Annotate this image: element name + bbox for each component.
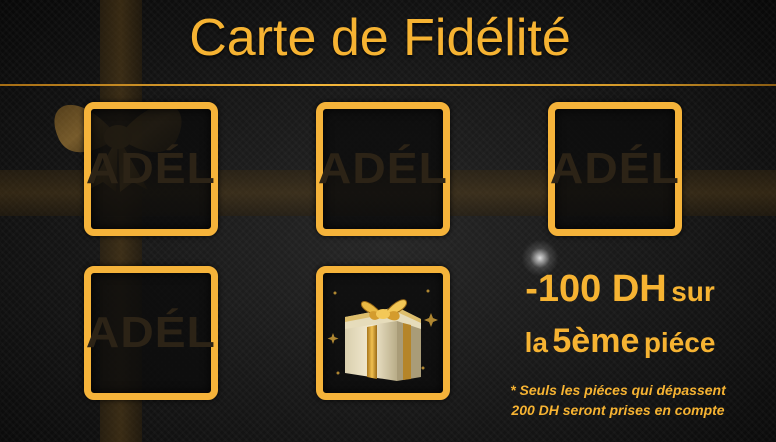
stamp-slot-5-gift <box>316 266 450 400</box>
title-divider <box>0 84 776 86</box>
promo-piece-word: piéce <box>643 327 716 358</box>
promo-piece-number: 5ème <box>552 322 640 360</box>
promo-amount: -100 DH <box>525 268 667 310</box>
stamp-text: ADÉL <box>86 308 216 357</box>
conditions-line-2: 200 DH seront prises en compte <box>511 402 725 418</box>
conditions-note: * Seuls les piéces qui dépassent 200 DH … <box>468 380 768 420</box>
stamp-slot-1: ADÉL <box>84 102 218 236</box>
promo-discount: -100 DH sur <box>470 268 770 311</box>
stamp-text: ADÉL <box>86 144 216 193</box>
stamp-slot-2: ADÉL <box>316 102 450 236</box>
loyalty-card: Carte de Fidélité ADÉL ADÉL ADÉL ADÉL -1… <box>0 0 776 442</box>
promo-sur: sur <box>671 276 715 307</box>
card-title: Carte de Fidélité <box>189 9 571 67</box>
stamp-slot-3: ADÉL <box>548 102 682 236</box>
stamp-text: ADÉL <box>550 144 680 193</box>
promo-la: la <box>524 327 548 358</box>
stamp-slot-4: ADÉL <box>84 266 218 400</box>
gift-box-icon <box>327 289 438 381</box>
stamp-text: ADÉL <box>318 144 448 193</box>
promo-piece: la 5ème piéce <box>470 322 770 361</box>
conditions-line-1: * Seuls les piéces qui dépassent <box>510 382 726 398</box>
